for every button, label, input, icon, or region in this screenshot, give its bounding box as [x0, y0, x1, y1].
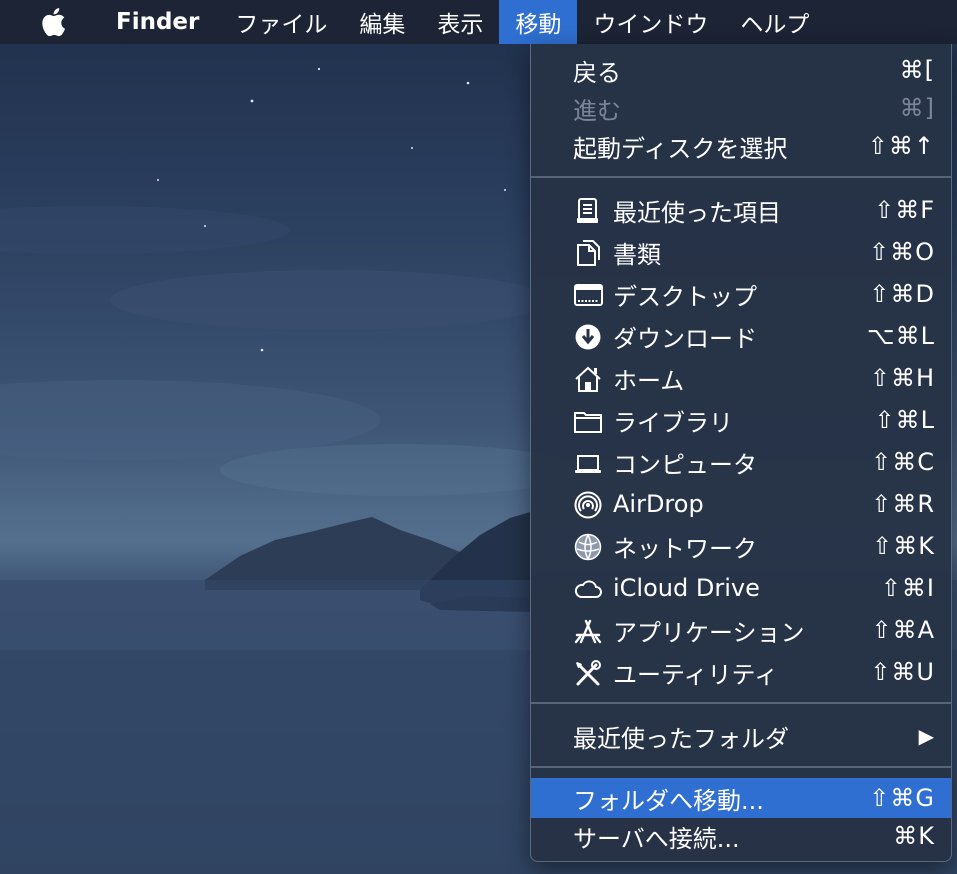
menu-bar: Finder ファイル 編集 表示 移動 ウインドウ ヘルプ	[0, 0, 957, 44]
recents-icon	[577, 198, 598, 223]
downloads-icon	[575, 324, 601, 350]
menu-item-label: 最近使ったフォルダ	[573, 724, 789, 753]
menu-item-label: アプリケーション	[613, 618, 805, 647]
documents-icon	[577, 240, 600, 266]
menu-item-label: ダウンロード	[613, 324, 757, 353]
menu-window[interactable]: ウインドウ	[577, 0, 724, 44]
menu-app-finder[interactable]: Finder	[88, 0, 219, 44]
menu-item-label: デスクトップ	[613, 282, 757, 311]
apple-logo-icon	[42, 8, 65, 37]
menu-separator	[531, 176, 951, 178]
menu-item-label: フォルダへ移動...	[573, 786, 764, 815]
menu-item-utilities[interactable]: ユーティリティ ⇧⌘U	[531, 652, 951, 692]
menu-item-home[interactable]: ホーム ⇧⌘H	[531, 358, 951, 398]
menu-item-label: 最近使った項目	[613, 198, 781, 227]
menu-item-computer[interactable]: コンピュータ ⇧⌘C	[531, 442, 951, 482]
shortcut-label: ⌥⌘L	[866, 322, 935, 350]
menu-item-label: iCloud Drive	[613, 574, 760, 602]
shortcut-label: ⇧⌘F	[874, 196, 935, 224]
menu-view[interactable]: 表示	[421, 0, 499, 44]
menu-item-documents[interactable]: 書類 ⇧⌘O	[531, 232, 951, 272]
menu-file[interactable]: ファイル	[219, 0, 343, 44]
computer-icon	[575, 455, 601, 473]
shortcut-label: ⌘[	[899, 56, 935, 84]
network-icon	[574, 533, 602, 561]
shortcut-label: ⇧⌘O	[869, 238, 935, 266]
shortcut-label: ⇧⌘D	[869, 280, 935, 308]
shortcut-label: ⌘K	[893, 822, 935, 850]
menu-item-label: ネットワーク	[613, 534, 757, 563]
shortcut-label: ⇧⌘G	[869, 784, 935, 812]
menu-item-label: AirDrop	[613, 490, 704, 518]
shortcut-label: ⇧⌘↑	[867, 132, 935, 160]
menu-item-library[interactable]: ライブラリ ⇧⌘L	[531, 400, 951, 440]
shortcut-label: ⌘]	[899, 94, 935, 122]
menu-item-airdrop[interactable]: AirDrop ⇧⌘R	[531, 484, 951, 524]
menu-item-recent-folders[interactable]: 最近使ったフォルダ ▶	[531, 716, 951, 756]
menu-go[interactable]: 移動	[499, 0, 578, 44]
menu-item-icloud-drive[interactable]: iCloud Drive ⇧⌘I	[531, 568, 951, 608]
menu-item-connect-server[interactable]: サーバへ接続... ⌘K	[531, 816, 951, 856]
shortcut-label: ⇧⌘C	[871, 448, 935, 476]
menu-item-network[interactable]: ネットワーク ⇧⌘K	[531, 526, 951, 566]
menu-separator	[531, 702, 951, 704]
menu-item-go-to-folder[interactable]: フォルダへ移動... ⇧⌘G	[531, 778, 951, 818]
menu-item-label: サーバへ接続...	[573, 824, 740, 853]
utilities-icon	[576, 660, 601, 686]
applications-icon	[574, 619, 602, 644]
menu-item-forward: 進む ⌘]	[531, 88, 951, 128]
desktop-icon	[574, 284, 603, 306]
menu-item-label: 書類	[613, 240, 661, 269]
shortcut-label: ⇧⌘L	[874, 406, 935, 434]
folder-icon	[574, 412, 602, 433]
shortcut-label: ⇧⌘U	[870, 658, 935, 686]
menu-item-label: コンピュータ	[613, 450, 757, 479]
cloud-icon	[574, 580, 602, 598]
menu-item-startup-disk[interactable]: 起動ディスクを選択 ⇧⌘↑	[531, 126, 951, 166]
shortcut-label: ⇧⌘I	[880, 574, 935, 602]
menu-item-applications[interactable]: アプリケーション ⇧⌘A	[531, 610, 951, 650]
menu-help[interactable]: ヘルプ	[724, 0, 825, 44]
shortcut-label: ⇧⌘K	[872, 532, 935, 560]
menu-item-back[interactable]: 戻る ⌘[	[531, 50, 951, 90]
menu-item-desktop[interactable]: デスクトップ ⇧⌘D	[531, 274, 951, 314]
apple-menu[interactable]	[0, 0, 88, 44]
menu-item-recents[interactable]: 最近使った項目 ⇧⌘F	[531, 190, 951, 230]
menu-item-label: ホーム	[613, 366, 685, 395]
submenu-arrow-icon: ▶	[918, 724, 935, 748]
menu-item-label: ライブラリ	[613, 408, 733, 437]
shortcut-label: ⇧⌘H	[869, 364, 935, 392]
menu-item-downloads[interactable]: ダウンロード ⌥⌘L	[531, 316, 951, 356]
menu-item-label: 進む	[573, 96, 621, 125]
menu-separator	[531, 766, 951, 768]
menu-item-label: ユーティリティ	[613, 660, 779, 689]
menu-item-label: 起動ディスクを選択	[573, 134, 788, 163]
menu-edit[interactable]: 編集	[343, 0, 421, 44]
airdrop-icon	[574, 491, 602, 519]
shortcut-label: ⇧⌘A	[871, 616, 935, 644]
go-menu-dropdown: 戻る ⌘[ 進む ⌘] 起動ディスクを選択 ⇧⌘↑ 最近使った項目 ⇧⌘F 書類…	[530, 44, 952, 862]
home-icon	[575, 366, 601, 392]
shortcut-label: ⇧⌘R	[871, 490, 935, 518]
menu-item-label: 戻る	[573, 58, 621, 87]
